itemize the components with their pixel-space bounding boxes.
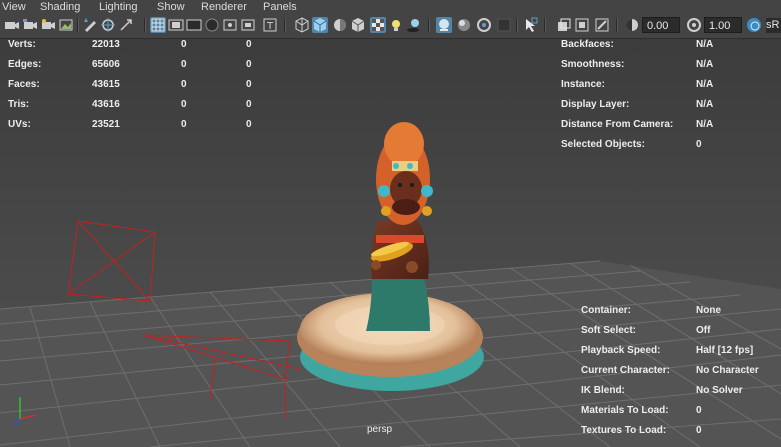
hud-value: 0 [246, 39, 252, 50]
gamma-icon[interactable] [686, 17, 702, 33]
hud-value: Off [696, 325, 711, 336]
field-chart-icon[interactable] [222, 17, 238, 33]
motion-blur-icon[interactable] [574, 17, 590, 33]
color-management-toggle-icon[interactable] [747, 18, 761, 32]
exposure-field[interactable]: 0.00 [642, 17, 680, 33]
hud-value: Half [12 fps] [696, 345, 754, 356]
xray-active-icon[interactable] [456, 17, 472, 33]
svg-text:T: T [266, 21, 274, 32]
hud-value: N/A [696, 79, 714, 90]
menu-panels[interactable]: Panels [263, 0, 297, 14]
hud-label: Textures To Load: [581, 425, 667, 436]
hud-label: Selected Objects: [561, 139, 645, 150]
hud-value: N/A [696, 39, 714, 50]
hud-label: Current Character: [581, 365, 670, 376]
film-gate-icon[interactable] [168, 17, 184, 33]
camera-pan-icon[interactable] [100, 17, 116, 33]
anti-alias-icon[interactable] [594, 17, 610, 33]
safe-action-icon[interactable] [240, 17, 256, 33]
hud-value: 0 [696, 139, 702, 150]
hud-label: Materials To Load: [581, 405, 669, 416]
hud-label: Faces: [8, 79, 40, 90]
hud-label: Instance: [561, 79, 605, 90]
hud-value: 0 [181, 79, 187, 90]
smooth-shade-icon[interactable] [312, 17, 328, 33]
hud-value: 0 [246, 79, 252, 90]
safe-title-icon[interactable]: T [262, 17, 278, 33]
grease-pencil-icon[interactable] [82, 17, 98, 33]
menu-shading[interactable]: Shading [40, 0, 80, 14]
hud-value: N/A [696, 59, 714, 70]
camera-select-icon[interactable] [4, 17, 20, 33]
hud-label: Backfaces: [561, 39, 614, 50]
hud-value: 65606 [92, 59, 120, 70]
flat-shade-icon[interactable] [332, 17, 348, 33]
gate-mask-icon[interactable] [204, 17, 220, 33]
hud-value: 43616 [92, 99, 120, 110]
hud-value: 22013 [92, 39, 120, 50]
gamma-field[interactable]: 1.00 [704, 17, 742, 33]
menu-view[interactable]: View [2, 0, 26, 14]
viewport-menu-bar: View Shading Lighting Show Renderer Pane… [0, 0, 781, 14]
camera-name-label: persp [367, 424, 393, 435]
grid-icon[interactable] [150, 17, 166, 33]
resolution-gate-icon[interactable] [186, 17, 202, 33]
hud-value: No Solver [696, 385, 743, 396]
textured-icon[interactable] [370, 17, 386, 33]
hud-label: Smoothness: [561, 59, 625, 70]
hud-label: Edges: [8, 59, 42, 70]
hud-value: 0 [246, 119, 252, 130]
backface-icon[interactable] [496, 17, 512, 33]
wireframe-icon[interactable] [294, 17, 310, 33]
color-space-label[interactable]: sR [766, 18, 781, 33]
hud-value: 0 [181, 119, 187, 130]
menu-lighting[interactable]: Lighting [99, 0, 138, 14]
hud-label: Verts: [8, 39, 36, 50]
2d-pan-zoom-icon[interactable] [118, 17, 134, 33]
xray-joints-icon[interactable] [476, 17, 492, 33]
hud-label: UVs: [8, 119, 31, 130]
menu-show[interactable]: Show [157, 0, 185, 14]
hud-value: 23521 [92, 119, 120, 130]
hud-value: None [696, 305, 721, 316]
exposure-icon[interactable] [624, 17, 640, 33]
shadows-icon[interactable] [406, 17, 422, 33]
panel-toolbar: T 0.00 1.00 sR [0, 14, 781, 39]
ao-icon[interactable] [556, 17, 572, 33]
hud-value: N/A [696, 119, 714, 130]
hud-value: 43615 [92, 79, 120, 90]
hud-label: Playback Speed: [581, 345, 661, 356]
hud-value: 0 [246, 59, 252, 70]
persp-viewport[interactable]: Verts: 22013 0 0 Edges: 65606 0 0 Faces:… [0, 39, 781, 447]
hud-value: 0 [246, 99, 252, 110]
hud-value: 0 [181, 39, 187, 50]
hud-value: 0 [696, 405, 702, 416]
camera-attributes-icon[interactable] [22, 17, 38, 33]
image-plane-icon[interactable] [58, 17, 74, 33]
hud-value: 0 [696, 425, 702, 436]
hud-value: 0 [181, 99, 187, 110]
hud-value: N/A [696, 99, 714, 110]
bookmark-icon[interactable] [40, 17, 56, 33]
menu-renderer[interactable]: Renderer [201, 0, 247, 14]
hud-label: Tris: [8, 99, 30, 110]
shade-selected-icon[interactable] [350, 17, 366, 33]
hud-label: IK Blend: [581, 385, 625, 396]
lights-icon[interactable] [388, 17, 404, 33]
xray-icon[interactable] [436, 17, 452, 33]
hud-value: 0 [181, 59, 187, 70]
statue-figure [366, 122, 433, 331]
hud-value: No Character [696, 365, 759, 376]
isolate-select-icon[interactable] [522, 17, 538, 33]
hud-label: Display Layer: [561, 99, 630, 110]
hud-label: Container: [581, 305, 631, 316]
view-axis-icon [13, 397, 37, 426]
hud-label: Soft Select: [581, 325, 637, 336]
hud-label: Distance From Camera: [561, 119, 674, 130]
